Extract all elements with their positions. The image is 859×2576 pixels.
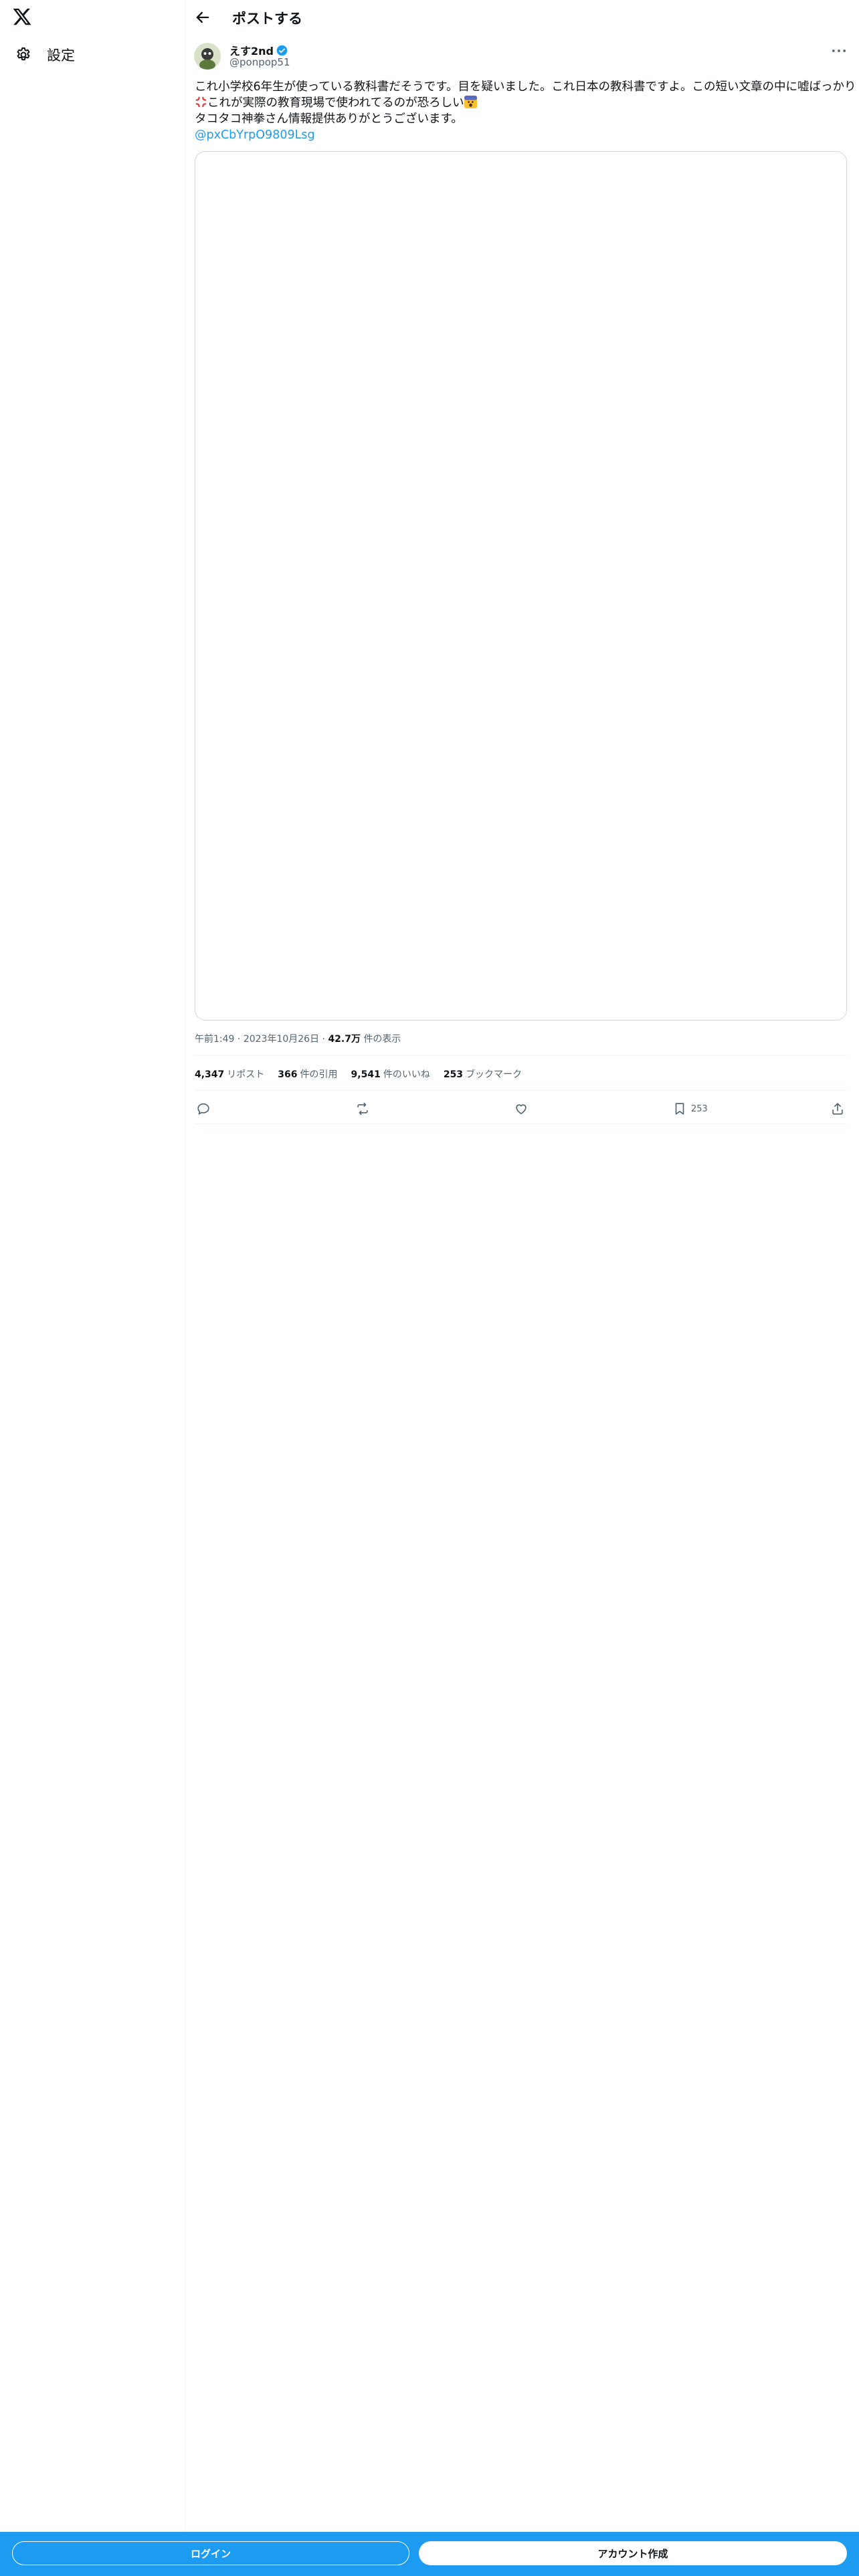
- sidebar-item-settings[interactable]: 設定: [5, 41, 84, 68]
- likes-count: 9,541: [351, 1069, 381, 1080]
- reposts-stat[interactable]: 4,347 リポスト: [195, 1067, 264, 1081]
- likes-stat[interactable]: 9,541 件のいいね: [351, 1067, 430, 1081]
- signup-button[interactable]: アカウント作成: [419, 2541, 847, 2565]
- fearful-face-emoji-icon: [464, 96, 477, 108]
- quotes-stat[interactable]: 366 件の引用: [278, 1067, 337, 1081]
- x-logo-icon[interactable]: [12, 7, 32, 27]
- bookmarks-stat[interactable]: 253 ブックマーク: [444, 1067, 522, 1081]
- bookmarks-label: ブックマーク: [466, 1069, 522, 1080]
- tweet-text-line-3: タコタコ神拳さん情報提供ありがとうございます。: [195, 112, 463, 126]
- repost-icon: [357, 1102, 368, 1115]
- page-title: ポストする: [232, 11, 302, 27]
- left-sidebar: 設定: [0, 0, 185, 2576]
- tweet-text-line-2: これが実際の教育現場で使われてるのが恐ろしい: [195, 95, 847, 111]
- reply-icon: [197, 1103, 209, 1115]
- bookmark-button[interactable]: 253: [672, 1099, 708, 1118]
- views-count: 42.7万: [328, 1034, 361, 1045]
- page: 設定 ポストする えす2nd @ponpop51 これ小学校6年生が使っている教…: [0, 0, 859, 2576]
- sidebar-item-label: 設定: [47, 47, 75, 64]
- bookmark-count: 253: [691, 1103, 708, 1114]
- tweet-media[interactable]: [195, 151, 847, 1021]
- tweet-meta: 午前1:49 · 2023年10月26日 · 42.7万 件の表示: [195, 1032, 401, 1045]
- author-handle[interactable]: @ponpop51: [229, 56, 290, 68]
- reply-button[interactable]: [196, 1099, 211, 1118]
- tweet-actions: 253: [195, 1097, 847, 1121]
- bookmark-icon: [675, 1103, 684, 1115]
- meta-separator: ·: [322, 1034, 325, 1045]
- divider: [195, 1123, 847, 1124]
- page-header: ポストする: [185, 0, 859, 36]
- quotes-label: 件の引用: [300, 1069, 338, 1080]
- share-button[interactable]: [830, 1099, 845, 1118]
- tweet-stats: 4,347 リポスト 366 件の引用 9,541 件のいいね 253 ブックマーク: [195, 1067, 522, 1081]
- bookmarks-count: 253: [443, 1069, 464, 1080]
- tweet-text-line-2-text: これが実際の教育現場で使われてるのが恐ろしい: [207, 96, 464, 110]
- arrow-left-icon[interactable]: [193, 8, 212, 27]
- divider: [195, 1055, 847, 1056]
- share-icon: [832, 1103, 843, 1115]
- more-horizontal-icon[interactable]: [830, 41, 848, 60]
- tweet-text-line-1: これ小学校6年生が使っている教科書だそうです。目を疑いました。これ日本の教科書で…: [195, 80, 856, 94]
- anger-symbol-emoji-icon: [195, 96, 207, 108]
- repost-button[interactable]: [355, 1099, 370, 1118]
- meta-separator: ·: [237, 1034, 241, 1045]
- heart-icon: [516, 1104, 527, 1115]
- divider: [195, 1090, 847, 1091]
- login-button[interactable]: ログイン: [12, 2541, 409, 2565]
- gear-icon: [17, 47, 30, 61]
- tweet-text: これ小学校6年生が使っている教科書だそうです。目を疑いました。これ日本の教科書で…: [195, 79, 856, 143]
- verified-badge-icon: [276, 45, 288, 56]
- tweet-date[interactable]: 2023年10月26日: [244, 1034, 319, 1045]
- quotes-count: 366: [278, 1069, 298, 1080]
- bottom-bar: ログイン アカウント作成: [0, 2532, 859, 2576]
- reposts-count: 4,347: [195, 1069, 225, 1080]
- views-label: 件の表示: [363, 1034, 401, 1045]
- likes-label: 件のいいね: [383, 1069, 430, 1080]
- tweet-time[interactable]: 午前1:49: [195, 1034, 234, 1045]
- reposts-label: リポスト: [227, 1069, 265, 1080]
- main-column: ポストする えす2nd @ponpop51 これ小学校6年生が使っている教科書だ…: [185, 0, 859, 2576]
- avatar[interactable]: [194, 43, 221, 70]
- like-button[interactable]: [514, 1099, 529, 1118]
- mention-link[interactable]: @pxCbYrpO9809Lsg: [195, 127, 847, 143]
